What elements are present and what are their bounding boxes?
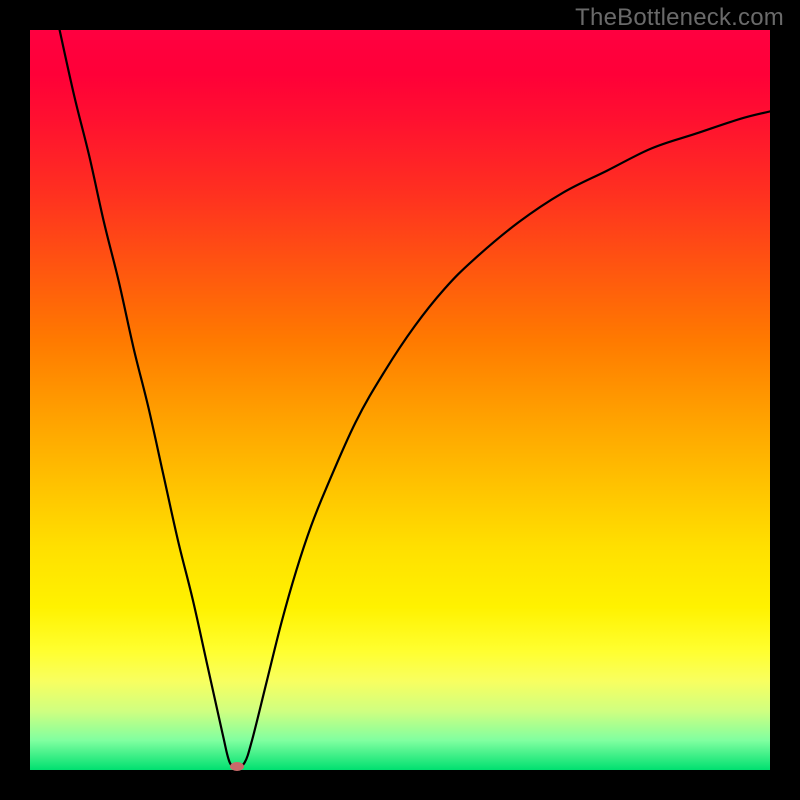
chart-frame: TheBottleneck.com (0, 0, 800, 800)
watermark-text: TheBottleneck.com (575, 4, 784, 32)
curve-svg (30, 30, 770, 770)
minimum-marker (230, 762, 244, 771)
bottleneck-curve-path (60, 30, 770, 767)
plot-gradient-area (30, 30, 770, 770)
